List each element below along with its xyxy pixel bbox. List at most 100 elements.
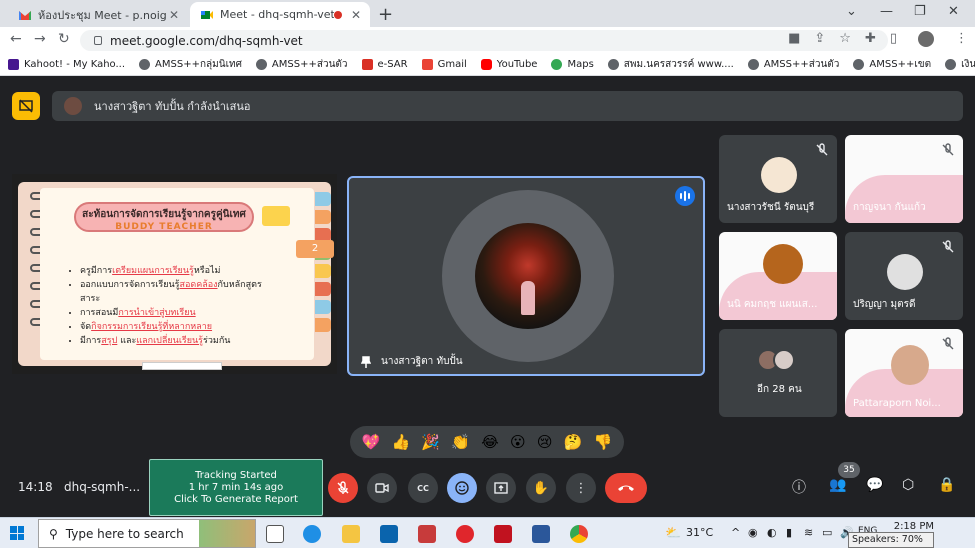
weather-icon: ⛅ bbox=[665, 526, 682, 541]
tray-expand-icon[interactable]: ^ bbox=[731, 526, 740, 539]
tab-meet-active[interactable]: Meet - dhq-sqmh-vet ✕ bbox=[190, 2, 370, 27]
acrobat-icon[interactable] bbox=[494, 525, 512, 543]
participant-face bbox=[891, 345, 929, 385]
wifi-icon[interactable]: ≋ bbox=[804, 526, 813, 539]
main-speaker-tile[interactable]: นางสาวฐิตา ทับปั้น bbox=[347, 176, 705, 376]
bookmark-item[interactable]: e-SAR bbox=[361, 59, 408, 70]
bookmark-star-icon[interactable]: ☆ bbox=[839, 31, 851, 51]
tray-app-icon[interactable]: ◐ bbox=[767, 526, 777, 539]
leave-call-button[interactable] bbox=[605, 473, 647, 503]
taskbar-search-input[interactable]: ⚲ Type here to search bbox=[38, 519, 256, 548]
word-icon[interactable] bbox=[532, 525, 550, 543]
more-options-button[interactable]: ⋮ bbox=[566, 473, 596, 503]
url-input[interactable]: meet.google.com/dhq-sqmh-vet bbox=[80, 30, 888, 51]
camera-permission-icon[interactable]: ■ bbox=[788, 31, 800, 51]
bookmark-item[interactable]: สพม.นครสวรรค์ www.... bbox=[607, 57, 734, 72]
people-icon[interactable]: 👥 bbox=[829, 477, 846, 493]
reaction-surprised-icon[interactable]: 😮 bbox=[510, 433, 526, 451]
camera-button[interactable] bbox=[367, 473, 397, 503]
hand-icon: ✋ bbox=[532, 480, 550, 496]
file-explorer-icon[interactable] bbox=[342, 525, 360, 543]
tab-search-icon[interactable]: ⌄ bbox=[846, 4, 857, 19]
mic-off-button[interactable] bbox=[328, 473, 358, 503]
temperature-text: 31°C bbox=[686, 526, 714, 539]
reaction-heart-icon[interactable]: 💖 bbox=[362, 433, 381, 451]
speakers-tooltip: Speakers: 70% bbox=[848, 532, 934, 548]
present-off-icon bbox=[19, 99, 33, 113]
presenting-text: นางสาวฐิตา ทับปั้น กำลังนำเสนอ bbox=[94, 100, 251, 113]
more-icon: ⋮ bbox=[574, 480, 588, 496]
host-controls-icon[interactable]: 🔒 bbox=[938, 477, 955, 493]
bookmark-item[interactable]: AMSS++ส่วนตัว bbox=[255, 57, 348, 72]
meeting-details-icon[interactable]: ⓘ bbox=[792, 477, 806, 497]
participant-tile[interactable]: นางสาวรัชนี รัตนบุรี bbox=[719, 135, 837, 223]
participant-tile[interactable]: ปริญญา มุตรดี bbox=[845, 232, 963, 320]
presentation-slide[interactable]: สะท้อนการจัดการเรียนรู้จากครูคู่นิเทศ BU… bbox=[12, 174, 337, 374]
reaction-sad-icon[interactable]: 😢 bbox=[537, 433, 553, 451]
reaction-thinking-icon[interactable]: 🤔 bbox=[564, 433, 583, 451]
more-avatars bbox=[757, 349, 795, 371]
captions-button[interactable]: CC bbox=[408, 473, 438, 503]
meet-stage: นางสาวฐิตา ทับปั้น กำลังนำเสนอ สะท้อนการ… bbox=[0, 76, 975, 516]
tray-app-icon[interactable]: ◉ bbox=[748, 526, 758, 539]
slide-bullet: ออกแบบการจัดการเรียนรู้สอดคล้องกับหลักสู… bbox=[80, 278, 290, 292]
participant-tile[interactable]: กาญจนา กันแก้ว bbox=[845, 135, 963, 223]
edge-icon[interactable] bbox=[303, 525, 321, 543]
new-tab-icon[interactable]: + bbox=[378, 4, 393, 25]
profile-avatar[interactable] bbox=[911, 31, 941, 51]
reload-icon[interactable]: ↻ bbox=[58, 31, 70, 47]
meet-icon bbox=[201, 10, 213, 19]
chat-icon[interactable]: 💬 bbox=[866, 477, 883, 493]
bookmark-item[interactable]: AMSS++ส่วนตัว bbox=[747, 57, 839, 72]
stop-presenting-button[interactable] bbox=[12, 92, 40, 120]
reaction-party-icon[interactable]: 🎉 bbox=[421, 433, 440, 451]
more-participants-tile[interactable]: อีก 28 คน bbox=[719, 329, 837, 417]
windows-start-icon[interactable] bbox=[10, 526, 24, 540]
minimize-icon[interactable]: — bbox=[880, 4, 893, 19]
bookmark-item[interactable]: AMSS++เขต bbox=[853, 57, 931, 72]
bookmark-item[interactable]: Maps bbox=[551, 59, 594, 70]
extensions-icon[interactable]: ✚ bbox=[865, 31, 876, 51]
esar-icon bbox=[361, 59, 373, 70]
slide-frame: สะท้อนการจัดการเรียนรู้จากครูคู่นิเทศ BU… bbox=[18, 182, 334, 370]
reaction-clap-icon[interactable]: 👏 bbox=[451, 433, 470, 451]
presenting-banner: นางสาวฐิตา ทับปั้น กำลังนำเสนอ bbox=[52, 91, 963, 121]
bookmark-item[interactable]: Gmail bbox=[421, 59, 467, 70]
mail-icon[interactable] bbox=[380, 525, 398, 543]
tab-meet-room[interactable]: ห้องประชุม Meet - p.noigor@gmai ✕ bbox=[8, 2, 188, 27]
chrome-icon[interactable] bbox=[570, 525, 588, 543]
side-panel-icon[interactable]: ▯ bbox=[890, 31, 897, 51]
slide-bullet: ครูมีการเตรียมแผนการเรียนรู้หรือไม่ bbox=[80, 264, 290, 278]
restore-icon[interactable]: ❐ bbox=[914, 4, 926, 19]
wps-office-icon[interactable] bbox=[418, 525, 436, 543]
opera-icon[interactable] bbox=[456, 525, 474, 543]
reactions-bar: 💖 👍 🎉 👏 😂 😮 😢 🤔 👎 bbox=[350, 426, 624, 458]
forward-icon[interactable]: → bbox=[34, 31, 46, 47]
bookmark-item[interactable]: เงินเดือน bbox=[945, 57, 975, 72]
raise-hand-button[interactable]: ✋ bbox=[526, 473, 556, 503]
mic-off-icon bbox=[337, 481, 349, 494]
reaction-laugh-icon[interactable]: 😂 bbox=[481, 433, 499, 451]
presenter-avatar bbox=[64, 97, 82, 115]
present-icon bbox=[494, 482, 508, 494]
battery-icon[interactable]: ▭ bbox=[822, 526, 832, 539]
bookmark-item[interactable]: AMSS++กลุ่มนิเทศ bbox=[139, 57, 242, 72]
present-button[interactable] bbox=[486, 473, 516, 503]
activities-icon[interactable]: ⬡ bbox=[902, 477, 914, 493]
task-view-icon[interactable] bbox=[266, 525, 284, 543]
close-window-icon[interactable]: ✕ bbox=[948, 4, 959, 19]
share-icon[interactable]: ⇪ bbox=[814, 31, 825, 51]
bookmark-item[interactable]: Kahoot! - My Kaho... bbox=[8, 59, 125, 70]
bookmark-item[interactable]: YouTube bbox=[480, 59, 537, 70]
tray-app-icon[interactable]: ▮ bbox=[786, 526, 792, 539]
close-tab-icon[interactable]: ✕ bbox=[166, 8, 182, 22]
close-tab-icon[interactable]: ✕ bbox=[348, 8, 364, 22]
meeting-time: 14:18 bbox=[18, 480, 53, 494]
reaction-thumbs-down-icon[interactable]: 👎 bbox=[594, 433, 613, 451]
reaction-thumbs-up-icon[interactable]: 👍 bbox=[392, 433, 411, 451]
menu-kebab-icon[interactable]: ⋮ bbox=[955, 31, 968, 51]
emoji-button[interactable] bbox=[447, 473, 477, 503]
participant-tile[interactable]: Pattaraporn Noi... bbox=[845, 329, 963, 417]
back-icon[interactable]: ← bbox=[10, 31, 22, 47]
participant-tile[interactable]: นนิ คมกฤช แผนเส... bbox=[719, 232, 837, 320]
